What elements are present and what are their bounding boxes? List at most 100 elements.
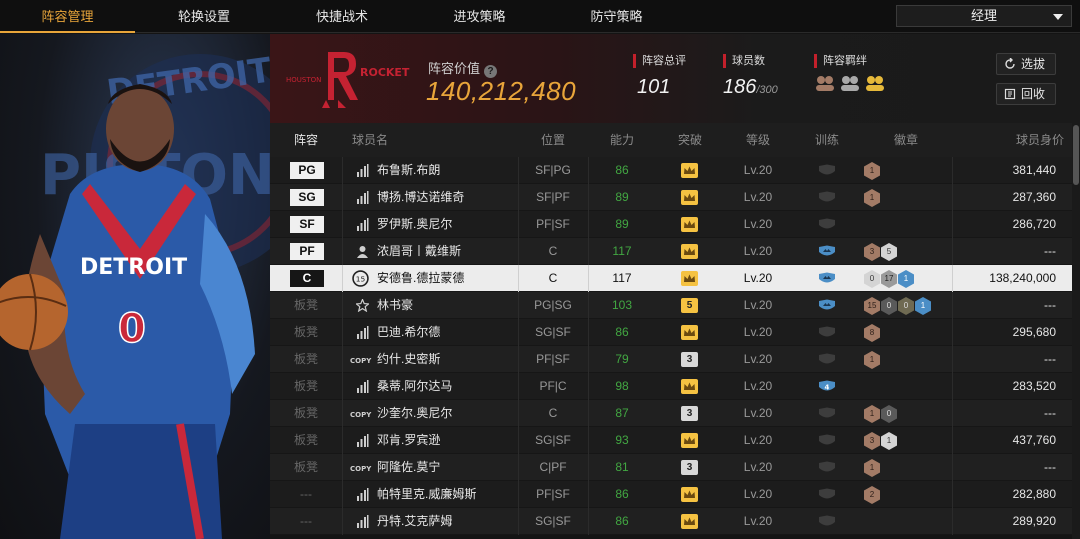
recycle-button[interactable]: 回收 — [996, 83, 1056, 105]
header-ability[interactable]: 能力 — [588, 123, 656, 157]
badge-hex[interactable]: 0 — [864, 270, 880, 288]
table-row[interactable]: --- 丹特.艾克萨姆 SG|SF 86 Lv.20 289,920 — [270, 508, 1072, 535]
player-name[interactable]: 桑蒂.阿尔达马 — [377, 373, 517, 400]
badge-hex[interactable]: 15 — [864, 297, 880, 315]
header-player-name[interactable]: 球员名 — [342, 123, 452, 157]
badge-hex[interactable]: 8 — [864, 324, 880, 342]
badge-hex[interactable]: 0 — [881, 297, 897, 315]
badge-hex[interactable]: 1 — [881, 432, 897, 450]
player-name[interactable]: 博扬.博达诺维奇 — [377, 184, 517, 211]
player-name[interactable]: 布鲁斯.布朗 — [377, 157, 517, 184]
badge-hex[interactable]: 1 — [915, 297, 931, 315]
badge-hex[interactable]: 1 — [864, 459, 880, 477]
header-position[interactable]: 位置 — [518, 123, 588, 157]
player-position: SG|SF — [535, 514, 571, 528]
table-row[interactable]: 板凳 COPY 约什.史密斯 PF|SF 79 3 Lv.20 1 --- — [270, 346, 1072, 373]
column-divider — [342, 319, 343, 346]
training-shield-icon: 4 — [819, 380, 835, 392]
player-name[interactable]: 沙奎尔.奥尼尔 — [377, 400, 517, 427]
badge-hex[interactable]: 1 — [864, 405, 880, 423]
player-name[interactable]: 阿隆佐.莫宁 — [377, 454, 517, 481]
lineup-slot: 板凳 — [293, 298, 318, 312]
player-ability: 89 — [615, 217, 629, 231]
player-name[interactable]: 帕特里克.威廉姆斯 — [377, 481, 517, 508]
badge-hex[interactable]: 1 — [864, 162, 880, 180]
table-row[interactable]: SF 罗伊斯.奥尼尔 PF|SF 89 Lv.20 286,720 — [270, 211, 1072, 238]
header-lineup[interactable]: 阵容 — [270, 123, 342, 157]
badge-hex[interactable]: 1 — [864, 189, 880, 207]
player-illustration: DETROIT PISTON DETROIT 0 — [0, 50, 270, 539]
tab-offense-strategy[interactable]: 进攻策略 — [411, 0, 548, 33]
column-divider — [342, 481, 343, 508]
training-shield-icon — [819, 353, 835, 364]
player-name[interactable]: 邓肯.罗宾逊 — [377, 427, 517, 454]
manager-select[interactable]: 经理 — [896, 5, 1072, 27]
table-row[interactable]: --- 帕特里克.威廉姆斯 PF|SF 86 Lv.20 2 282,880 — [270, 481, 1072, 508]
table-row[interactable]: 板凳 林书豪 PG|SG 103 5 Lv.20 15 0 0 1 --- — [270, 292, 1072, 319]
header-badges[interactable]: 徽章 — [862, 123, 950, 157]
table-row[interactable]: SG 博扬.博达诺维奇 SF|PF 89 Lv.20 1 287,360 — [270, 184, 1072, 211]
breakthrough-crown-icon — [681, 325, 698, 340]
player-ability: 103 — [611, 298, 633, 312]
training-shield-icon — [819, 272, 835, 283]
scrollbar[interactable] — [1072, 123, 1080, 539]
badge-hex[interactable]: 1 — [898, 270, 914, 288]
table-row[interactable]: 板凳 巴迪.希尔德 SG|SF 86 Lv.20 8 295,680 — [270, 319, 1072, 346]
badge-hex[interactable]: 1 — [864, 351, 880, 369]
header-training[interactable]: 训练 — [792, 123, 862, 157]
manager-select-value: 经理 — [970, 8, 997, 23]
badge-hex[interactable]: 0 — [881, 405, 897, 423]
player-name[interactable]: 巴迪.希尔德 — [377, 319, 517, 346]
column-divider — [342, 346, 343, 373]
player-level: Lv.20 — [743, 298, 773, 312]
table-row[interactable]: PG 布鲁斯.布朗 SF|PG 86 Lv.20 1 381,440 — [270, 157, 1072, 184]
table-row[interactable]: PF 浓眉哥丨戴维斯 C 117 Lv.20 3 5 --- — [270, 238, 1072, 265]
tab-quick-tactics[interactable]: 快捷战术 — [273, 0, 411, 33]
table-row[interactable]: 板凳 桑蒂.阿尔达马 PF|C 98 Lv.20 4 283,520 — [270, 373, 1072, 400]
player-level: Lv.20 — [743, 379, 773, 393]
player-value: 282,880 — [1012, 487, 1056, 501]
card-tier-bars-icon — [357, 488, 369, 501]
breakthrough-crown-icon — [681, 190, 698, 205]
column-divider — [342, 373, 343, 400]
badge-hex[interactable]: 0 — [898, 297, 914, 315]
roster-table: 阵容 球员名 位置 能力 突破 等级 训练 徽章 球员身价 PG 布鲁斯.布朗 SF… — [270, 123, 1072, 539]
tab-lineup-management[interactable]: 阵容管理 — [0, 0, 135, 33]
select-button[interactable]: 选拔 — [996, 53, 1056, 75]
player-ability: 98 — [615, 379, 629, 393]
table-row[interactable]: 板凳 COPY 阿隆佐.莫宁 C|PF 81 3 Lv.20 1 --- — [270, 454, 1072, 481]
player-name[interactable]: 罗伊斯.奥尼尔 — [377, 211, 517, 238]
player-name[interactable]: 浓眉哥丨戴维斯 — [377, 238, 517, 265]
refresh-icon — [1005, 58, 1015, 69]
badge-hex[interactable]: 3 — [864, 432, 880, 450]
player-name[interactable]: 丹特.艾克萨姆 — [377, 508, 517, 535]
scrollbar-thumb[interactable] — [1073, 125, 1079, 185]
player-name[interactable]: 安德鲁.德拉蒙德 — [377, 265, 517, 292]
lineup-slot: 板凳 — [293, 352, 318, 366]
lineup-slot: --- — [300, 487, 312, 501]
badge-hex[interactable]: 3 — [864, 243, 880, 261]
bond-bronze-icon[interactable] — [814, 74, 836, 92]
lineup-header: HOUSTON ROCKETS 阵容价值? 140,212,480 阵容总评 1… — [270, 34, 1080, 123]
lineup-slot: --- — [300, 514, 312, 528]
table-row[interactable]: C 15 安德鲁.德拉蒙德 C 117 Lv.20 0 17 1 138,240,000 — [270, 265, 1072, 292]
player-name[interactable]: 约什.史密斯 — [377, 346, 517, 373]
bond-silver-icon[interactable] — [839, 74, 861, 92]
tab-defense-strategy[interactable]: 防守策略 — [548, 0, 685, 33]
table-row[interactable]: 板凳 COPY 沙奎尔.奥尼尔 C 87 3 Lv.20 1 0 --- — [270, 400, 1072, 427]
tab-rotation-settings[interactable]: 轮换设置 — [135, 0, 273, 33]
column-divider — [342, 508, 343, 535]
player-position: SF|PF — [536, 190, 570, 204]
badge-hex[interactable]: 5 — [881, 243, 897, 261]
badge-hex[interactable]: 2 — [864, 486, 880, 504]
column-divider — [342, 292, 343, 319]
player-level: Lv.20 — [743, 433, 773, 447]
header-level[interactable]: 等级 — [724, 123, 792, 157]
table-row[interactable]: 板凳 邓肯.罗宾逊 SG|SF 93 Lv.20 3 1 437,760 — [270, 427, 1072, 454]
bond-icons — [814, 74, 886, 92]
badge-hex[interactable]: 17 — [881, 270, 897, 288]
header-player-value[interactable]: 球员身价 — [952, 123, 1064, 157]
player-name[interactable]: 林书豪 — [377, 292, 517, 319]
header-breakthrough[interactable]: 突破 — [656, 123, 724, 157]
bond-gold-icon[interactable] — [864, 74, 886, 92]
